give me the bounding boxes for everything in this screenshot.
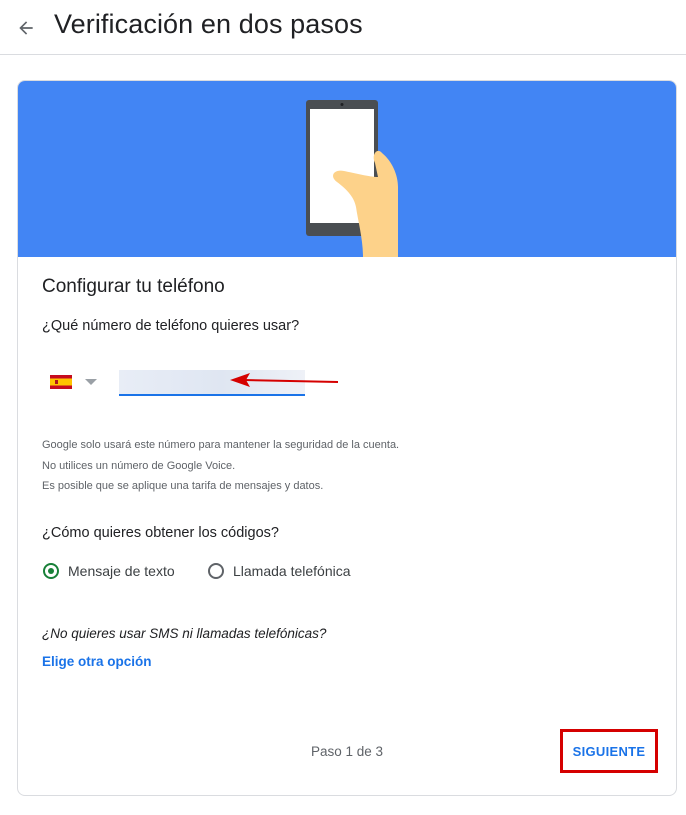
next-button[interactable]: SIGUIENTE	[560, 729, 658, 773]
info-line: Es posible que se aplique una tarifa de …	[42, 480, 324, 492]
step-indicator: Paso 1 de 3	[311, 744, 384, 759]
phone-info: Google solo usará este número para mante…	[42, 435, 399, 497]
radio-label-phone-call: Llamada telefónica	[233, 563, 351, 579]
radio-text-message[interactable]: Mensaje de texto	[43, 563, 175, 579]
phone-question: ¿Qué número de teléfono quieres usar?	[42, 318, 300, 334]
info-line: No utilices un número de Google Voice.	[42, 459, 236, 472]
no-sms-text: ¿No quieres usar SMS ni llamadas telefón…	[42, 626, 327, 641]
radio-phone-call[interactable]: Llamada telefónica	[208, 563, 351, 579]
back-button[interactable]	[8, 10, 44, 46]
card-heading: Configurar tu teléfono	[42, 276, 225, 297]
hand-holding-phone-illustration	[306, 100, 398, 257]
dropdown-triangle-icon	[85, 379, 97, 385]
radio-label-text-message: Mensaje de texto	[68, 563, 175, 579]
phone-number-input[interactable]	[119, 370, 305, 396]
spain-flag-icon	[50, 375, 72, 389]
banner	[18, 81, 676, 257]
page-title: Verificación en dos pasos	[54, 9, 363, 39]
radio-unselected-icon[interactable]	[208, 563, 224, 579]
arrow-back-icon	[19, 21, 33, 35]
other-option-link[interactable]: Elige otra opción	[42, 654, 152, 669]
codes-question: ¿Cómo quieres obtener los códigos?	[42, 525, 279, 541]
setup-card: Configurar tu teléfono ¿Qué número de te…	[17, 80, 677, 796]
radio-selected-icon[interactable]	[43, 563, 59, 579]
info-line: Google solo usará este número para mante…	[42, 439, 400, 451]
country-select[interactable]	[50, 369, 106, 395]
top-app-bar: Verificación en dos pasos	[0, 0, 686, 55]
